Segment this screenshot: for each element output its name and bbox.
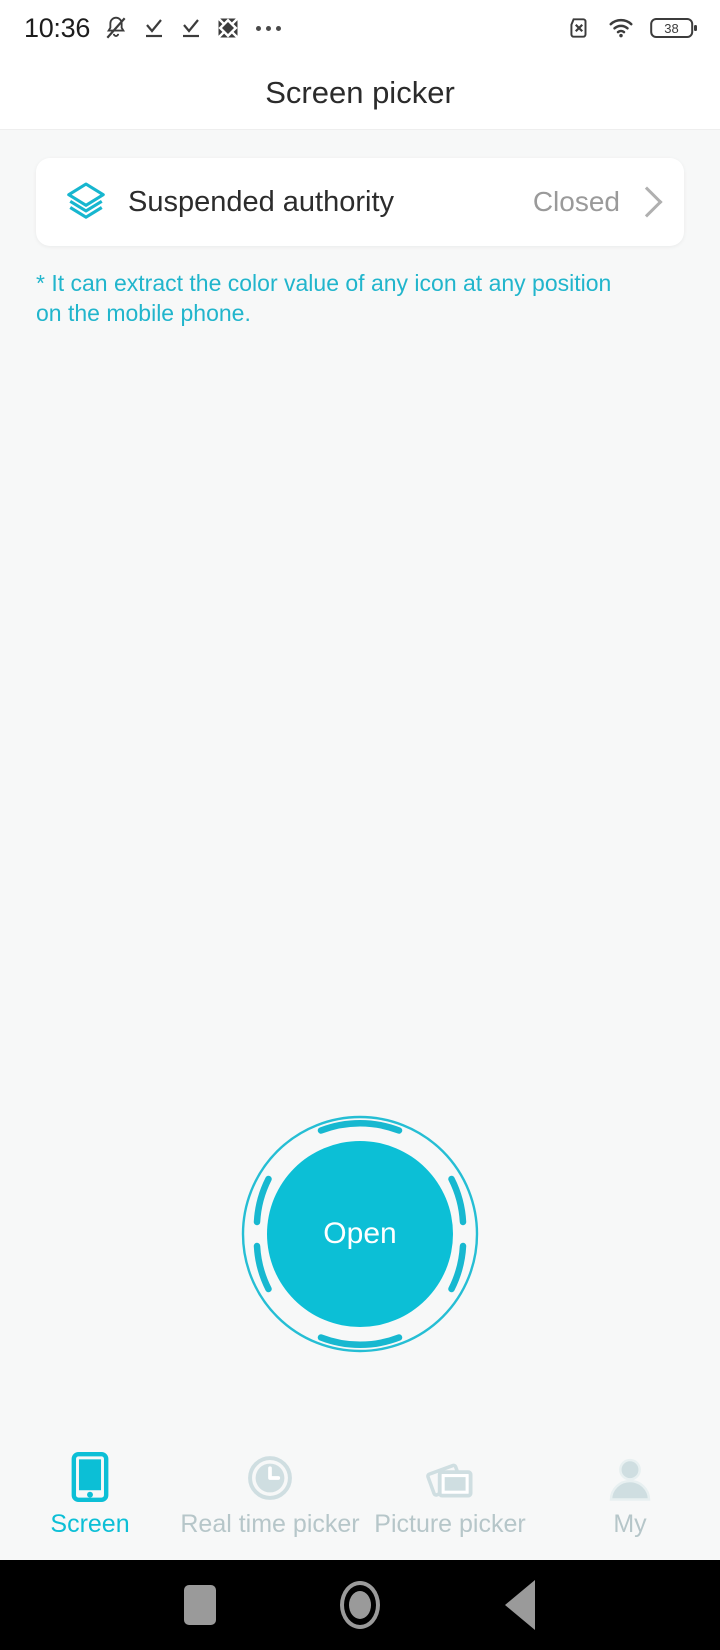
battery-level-text: 38 (664, 21, 678, 36)
tab-screen-label: Screen (50, 1510, 130, 1538)
check-download-icon (179, 16, 203, 40)
triangle-back-icon (505, 1580, 535, 1630)
title-bar: Screen picker (0, 56, 720, 130)
recents-button[interactable] (120, 1585, 280, 1625)
circle-home-icon (340, 1581, 380, 1629)
status-bar-right: 38 (566, 15, 698, 41)
hint-text: * It can extract the color value of any … (36, 270, 612, 327)
clock-icon (247, 1450, 293, 1502)
suspended-authority-row[interactable]: Suspended authority Closed (36, 158, 684, 246)
android-navigation-bar (0, 1560, 720, 1650)
tab-my-label: My (613, 1510, 647, 1538)
person-icon (607, 1450, 653, 1502)
no-sim-icon (566, 15, 592, 41)
suspended-authority-label: Suspended authority (128, 185, 395, 218)
photos-stack-icon (425, 1450, 475, 1502)
tab-my[interactable]: My (540, 1450, 720, 1539)
battery-icon: 38 (650, 15, 698, 41)
phone-screen-icon (68, 1450, 112, 1502)
main-content: Suspended authority Closed * It can extr… (0, 130, 720, 1560)
bell-muted-icon (103, 15, 129, 41)
bottom-tab-bar: Screen Real time picker Picture picker M… (0, 1442, 720, 1560)
open-button-area: Open (0, 1084, 720, 1384)
layers-icon (64, 180, 108, 224)
page-title: Screen picker (265, 74, 455, 110)
tab-picture-picker-label: Picture picker (374, 1510, 526, 1538)
tab-picture-picker[interactable]: Picture picker (360, 1450, 540, 1539)
image-broken-icon (216, 16, 240, 40)
status-bar: 10:36 38 (0, 0, 720, 56)
app-screen: 10:36 38 Screen picker Suspended authori… (0, 0, 720, 1650)
wifi-icon (607, 15, 635, 41)
overflow-dots-icon (256, 25, 282, 31)
check-download-icon (142, 16, 166, 40)
chevron-right-icon (631, 186, 663, 218)
suspended-authority-status: Closed (532, 186, 620, 217)
home-button[interactable] (280, 1581, 440, 1629)
tab-real-time-picker-label: Real time picker (180, 1510, 360, 1538)
square-recents-icon (184, 1585, 216, 1625)
open-button-core[interactable]: Open (267, 1141, 453, 1327)
open-button[interactable]: Open (240, 1114, 480, 1354)
tab-real-time-picker[interactable]: Real time picker (180, 1450, 360, 1539)
status-bar-clock: 10:36 (24, 12, 91, 43)
open-button-label: Open (323, 1217, 397, 1250)
back-button[interactable] (440, 1580, 600, 1630)
status-bar-left: 10:36 (24, 12, 282, 44)
tab-screen[interactable]: Screen (0, 1450, 180, 1539)
